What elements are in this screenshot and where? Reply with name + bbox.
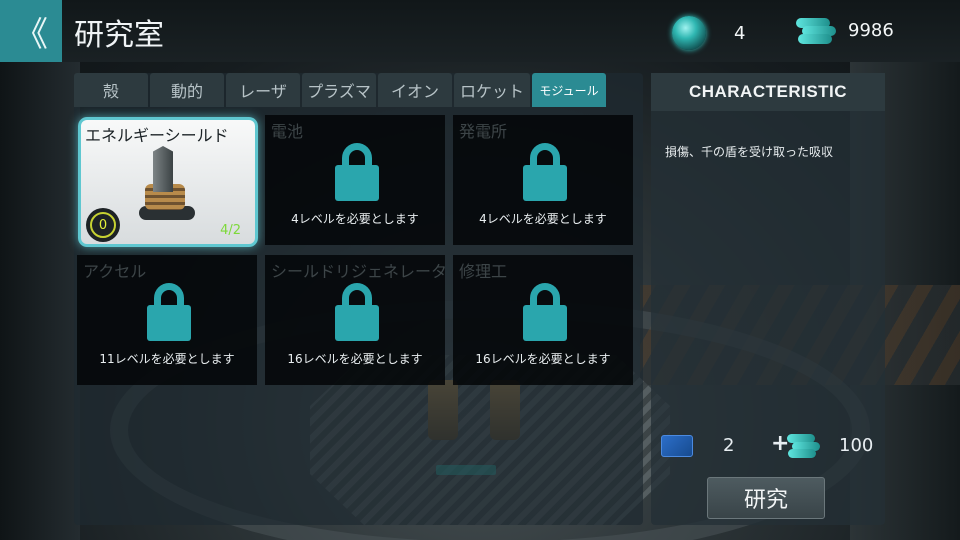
lock-icon [523,143,567,201]
lock-icon [335,143,379,201]
level-badge: 0 [90,212,116,238]
module-title: アクセル [83,262,147,281]
energy-shield-icon [137,146,197,220]
crystal-cost: 100 [839,435,874,456]
module-title: 発電所 [459,122,508,141]
module-card-repairman[interactable]: 修理工 16レベルを必要とします [453,255,633,385]
module-card-power-plant[interactable]: 発電所 4レベルを必要とします [453,115,633,245]
module-card-energy-shield[interactable]: エネルギーシールド 0 4/2 [78,117,258,247]
tab-ion[interactable]: イオン [378,73,452,107]
characteristic-description: 損傷、千の盾を受け取った吸収 [665,145,834,159]
lock-icon [523,283,567,341]
tab-hull[interactable]: 殻 [74,73,148,107]
level-requirement: 11レベルを必要とします [99,352,235,366]
crystal-count: 9986 [848,19,894,41]
module-card-battery[interactable]: 電池 4レベルを必要とします [265,115,445,245]
module-title: エネルギーシールド [85,126,229,145]
tab-kinetic[interactable]: 動的 [150,73,224,107]
module-ratio: 4/2 [220,223,241,238]
module-card-shield-regenerator[interactable]: シールドリジェネレータ 16レベルを必要とします [265,255,448,385]
crystal-bars-icon [787,433,823,459]
blueprint-icon [661,435,693,457]
crystal-currency: 9986 [796,16,894,44]
double-chevron-left-icon: 《 [14,14,48,55]
module-panel: 殻 動的 レーザ プラズマ イオン ロケット モジュール エネルギーシールド 0… [74,73,643,525]
level-requirement: 4レベルを必要とします [291,212,419,226]
module-card-accelerator[interactable]: アクセル 11レベルを必要とします [77,255,257,385]
blueprint-cost: 2 [723,435,735,456]
level-requirement: 16レベルを必要とします [287,352,423,366]
lock-icon [335,283,379,341]
crystal-bars-icon [796,16,838,44]
module-title: 修理工 [459,262,508,281]
gem-currency: 4 [672,16,745,50]
tab-rocket[interactable]: ロケット [454,73,530,107]
page-title: 研究室 [74,18,164,53]
level-requirement: 16レベルを必要とします [475,352,611,366]
top-bar: 《 研究室 4 9986 [0,0,960,62]
module-grid: エネルギーシールド 0 4/2 電池 4レベルを必要とします 発電所 4レベルを… [74,115,634,387]
gem-count: 4 [734,22,746,44]
back-button[interactable]: 《 [0,0,62,62]
module-title: シールドリジェネレータ [271,262,448,281]
lock-icon [147,283,191,341]
weapon-tabs: 殻 動的 レーザ プラズマ イオン ロケット モジュール [74,73,606,107]
characteristic-panel: CHARACTERISTIC 損傷、千の盾を受け取った吸収 2 + 100 研究 [651,73,885,525]
module-title: 電池 [271,122,304,141]
tab-module[interactable]: モジュール [532,73,606,107]
green-orb-icon [672,16,706,50]
research-cost: 2 + 100 [661,430,883,462]
level-requirement: 4レベルを必要とします [479,212,607,226]
background-wall-left [0,60,80,540]
characteristic-header: CHARACTERISTIC [651,73,885,111]
tab-plasma[interactable]: プラズマ [302,73,376,107]
research-button[interactable]: 研究 [707,477,825,519]
tab-laser[interactable]: レーザ [226,73,300,107]
